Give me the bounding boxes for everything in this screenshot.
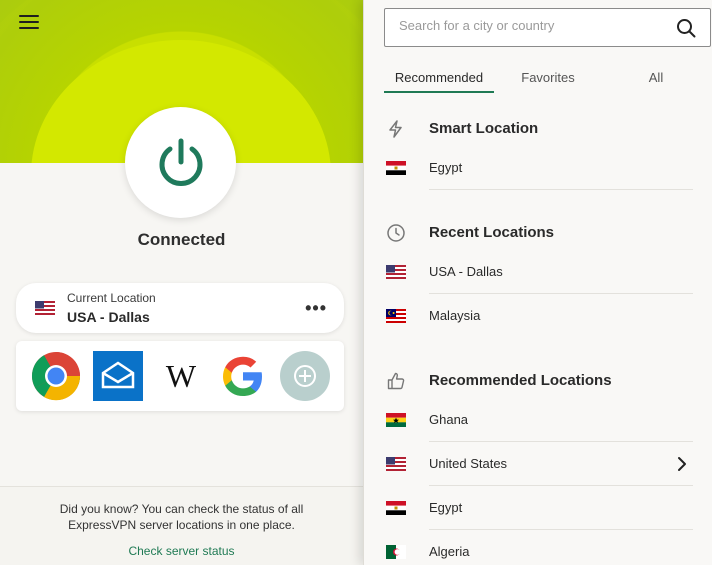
current-location-value: USA - Dallas bbox=[67, 309, 150, 325]
usa-flag-icon bbox=[35, 301, 55, 315]
more-options-icon[interactable]: ••• bbox=[305, 298, 327, 319]
wikipedia-icon: W bbox=[165, 357, 197, 394]
location-name: Malaysia bbox=[429, 308, 481, 323]
mail-shortcut[interactable] bbox=[93, 351, 143, 401]
plus-circle-icon bbox=[280, 351, 330, 401]
recommended-locations-header: Recommended Locations bbox=[384, 369, 693, 393]
current-location-caption: Current Location bbox=[67, 291, 156, 305]
location-tabs: Recommended Favorites All bbox=[384, 62, 694, 93]
location-row-usa-dallas[interactable]: USA - Dallas bbox=[384, 250, 693, 294]
thumbs-up-icon bbox=[386, 371, 406, 396]
search-box bbox=[384, 8, 711, 47]
google-shortcut[interactable] bbox=[218, 351, 268, 401]
location-row-malaysia[interactable]: Malaysia bbox=[384, 294, 693, 338]
section-title: Smart Location bbox=[429, 120, 539, 137]
connection-status: Connected bbox=[137, 230, 226, 249]
location-name: Ghana bbox=[429, 412, 469, 427]
egypt-flag-icon bbox=[386, 161, 406, 175]
location-name: USA - Dallas bbox=[429, 264, 503, 279]
malaysia-flag-icon bbox=[386, 309, 406, 323]
shortcuts-bar: W bbox=[16, 341, 344, 411]
power-icon bbox=[159, 138, 202, 186]
location-name: Egypt bbox=[429, 160, 463, 175]
clock-icon bbox=[386, 223, 406, 248]
algeria-flag-icon bbox=[386, 545, 406, 559]
tab-all[interactable]: All bbox=[636, 62, 676, 93]
main-panel: Connected Current Location USA - Dallas … bbox=[0, 0, 363, 565]
location-row-ghana[interactable]: Ghana bbox=[384, 398, 693, 442]
section-title: Recommended Locations bbox=[429, 372, 612, 389]
chrome-shortcut[interactable] bbox=[31, 351, 81, 401]
egypt-flag-icon bbox=[386, 501, 406, 515]
divider bbox=[429, 189, 693, 190]
location-name: Egypt bbox=[429, 500, 463, 515]
location-name: United States bbox=[429, 456, 508, 471]
check-server-status-link[interactable]: Check server status bbox=[0, 544, 363, 558]
section-title: Recent Locations bbox=[429, 224, 555, 241]
tab-favorites[interactable]: Favorites bbox=[508, 62, 588, 93]
search-input[interactable] bbox=[399, 18, 659, 33]
mail-icon bbox=[93, 351, 143, 401]
location-picker-panel: Recommended Favorites All Smart Location… bbox=[363, 0, 712, 565]
tab-recommended[interactable]: Recommended bbox=[384, 62, 494, 93]
power-button[interactable] bbox=[125, 107, 236, 218]
add-shortcut-button[interactable] bbox=[280, 351, 330, 401]
ghana-flag-icon bbox=[386, 413, 406, 427]
current-location-card[interactable]: Current Location USA - Dallas ••• bbox=[16, 283, 344, 333]
location-row-egypt[interactable]: Egypt bbox=[384, 486, 693, 530]
location-row-united-states[interactable]: United States bbox=[384, 442, 693, 486]
usa-flag-icon bbox=[386, 457, 406, 471]
lightning-icon bbox=[386, 119, 406, 144]
chevron-right-icon[interactable] bbox=[677, 456, 687, 477]
search-icon[interactable] bbox=[676, 18, 696, 43]
location-row-algeria[interactable]: Algeria bbox=[384, 530, 693, 565]
chrome-icon bbox=[31, 352, 81, 401]
smart-location-header: Smart Location bbox=[384, 117, 693, 141]
wikipedia-shortcut[interactable]: W bbox=[156, 351, 206, 401]
tip-footer: Did you know? You can check the status o… bbox=[0, 486, 363, 565]
location-name: Algeria bbox=[429, 544, 470, 559]
recent-locations-header: Recent Locations bbox=[384, 221, 693, 245]
usa-flag-icon bbox=[386, 265, 406, 279]
google-icon bbox=[223, 356, 262, 396]
tip-text: Did you know? You can check the status o… bbox=[59, 502, 304, 532]
location-row-egypt[interactable]: Egypt bbox=[384, 146, 693, 190]
hamburger-menu-icon[interactable] bbox=[19, 15, 39, 31]
